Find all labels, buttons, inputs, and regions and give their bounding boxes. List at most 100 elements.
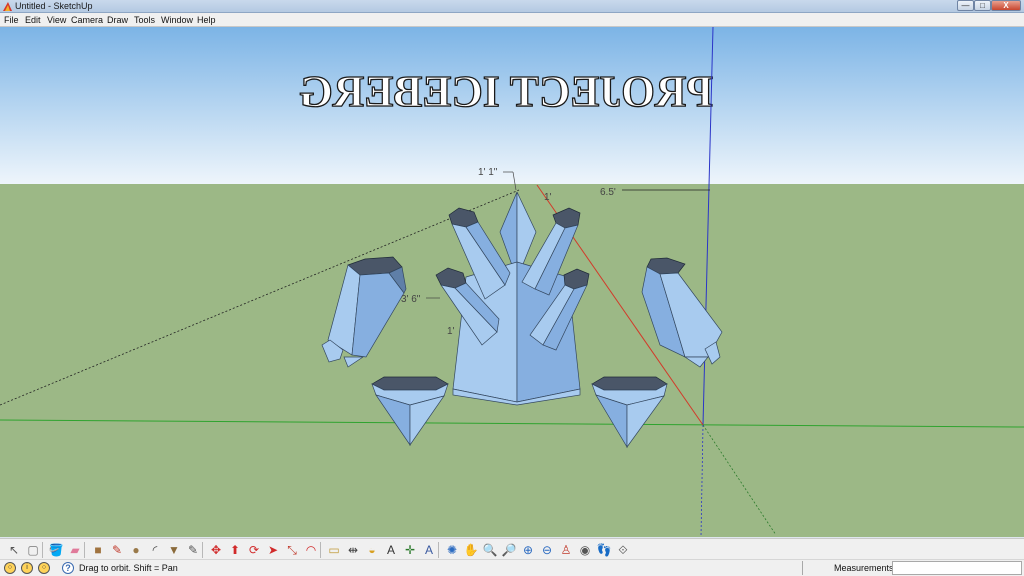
position-camera-tool-button[interactable]: ♙ [558, 542, 574, 558]
paint-bucket-tool-button[interactable]: 🪣 [48, 542, 64, 558]
menu-window[interactable]: Window [161, 13, 193, 27]
dimension-icon: ⇹ [347, 543, 359, 557]
sketchup-window: Untitled - SketchUp — □ X File Edit View… [0, 0, 1024, 576]
zoom-window-tool-button[interactable]: 🔎 [501, 542, 517, 558]
main-toolbar: ↖ ▢ 🪣 ▰ ■ ✎ ● ◜ ▼ ✎ ✥ ⬆ ⟳ ➤ ⤡ ◠ ▭ ⇹ ◒ A ✛ A ✺ ✋ 🔍 🔎 ⊕ ⊖ ♙ ◉ 👣 ⟐ [0, 538, 1024, 560]
toolbar-separator [42, 542, 43, 558]
measurements-input[interactable] [892, 561, 1022, 575]
menu-draw[interactable]: Draw [107, 13, 128, 27]
help-icon[interactable]: ? [62, 562, 74, 574]
make-component-icon: ▢ [27, 543, 39, 557]
zoom-extents-tool-button[interactable]: ⊕ [520, 542, 536, 558]
menu-edit[interactable]: Edit [25, 13, 41, 27]
maximize-button[interactable]: □ [974, 0, 991, 11]
freehand-tool-button[interactable]: ✎ [185, 542, 201, 558]
look-around-tool-button[interactable]: ◉ [577, 542, 593, 558]
user-icon[interactable]: ○ [38, 562, 50, 574]
push-pull-icon: ⬆ [229, 543, 241, 557]
3d-text-tool-button[interactable]: A [421, 542, 437, 558]
rectangle-icon: ■ [94, 543, 102, 557]
dimension-tool-button[interactable]: ⇹ [345, 542, 361, 558]
tape-measure-tool-button[interactable]: ▭ [326, 542, 342, 558]
rectangle-tool-button[interactable]: ■ [90, 542, 106, 558]
menu-help[interactable]: Help [197, 13, 216, 27]
rotate-tool-button[interactable]: ⟳ [246, 542, 262, 558]
follow-me-icon: ➤ [267, 543, 279, 557]
menu-file[interactable]: File [4, 13, 19, 27]
polygon-tool-button[interactable]: ▼ [166, 542, 182, 558]
zoom-window-icon: 🔎 [501, 543, 517, 557]
freehand-icon: ✎ [187, 543, 199, 557]
eraser-icon: ▰ [70, 543, 80, 557]
section-plane-tool-button[interactable]: ⟐ [615, 542, 631, 558]
pan-tool-button[interactable]: ✋ [463, 542, 479, 558]
status-divider [802, 561, 803, 575]
move-tool-button[interactable]: ✥ [208, 542, 224, 558]
3d-text-icon: A [424, 543, 433, 557]
walk-tool-button[interactable]: 👣 [596, 542, 612, 558]
close-button[interactable]: X [991, 0, 1021, 11]
text-tool-button[interactable]: A [383, 542, 399, 558]
dimension-label-side: 1' [544, 192, 552, 203]
polygon-icon: ▼ [168, 543, 180, 557]
toolbar-separator [202, 542, 203, 558]
measurements-label: Measurements [834, 563, 894, 573]
sketchup-logo-icon [3, 2, 12, 11]
select-icon: ↖ [8, 543, 20, 557]
rotate-icon: ⟳ [248, 543, 260, 557]
project-banner-text: PROJECT ICEBERG [299, 67, 713, 116]
toolbar-separator [438, 542, 439, 558]
select-tool-button[interactable]: ↖ [6, 542, 22, 558]
menu-bar: File Edit View Camera Draw Tools Window … [0, 13, 1024, 27]
axes-icon: ✛ [404, 543, 416, 557]
make-component-tool-button[interactable]: ▢ [25, 542, 41, 558]
follow-me-tool-button[interactable]: ➤ [265, 542, 281, 558]
dimension-label-top: 1' 1" [478, 167, 498, 178]
zoom-extents-icon: ⊕ [522, 543, 534, 557]
zoom-tool-button[interactable]: 🔍 [482, 542, 498, 558]
arc-tool-button[interactable]: ◜ [147, 542, 163, 558]
tape-measure-icon: ▭ [328, 543, 340, 557]
axes-tool-button[interactable]: ✛ [402, 542, 418, 558]
status-message: Drag to orbit. Shift = Pan [79, 563, 178, 573]
dimension-label-inner: 1' [447, 326, 455, 337]
credits-icon[interactable]: i [21, 562, 33, 574]
menu-camera[interactable]: Camera [71, 13, 103, 27]
protractor-tool-button[interactable]: ◒ [364, 542, 380, 558]
scale-tool-button[interactable]: ⤡ [284, 542, 300, 558]
toolbar-separator [320, 542, 321, 558]
menu-tools[interactable]: Tools [134, 13, 155, 27]
status-bar: ○ i ○ ? Drag to orbit. Shift = Pan Measu… [0, 560, 1024, 576]
window-title: Untitled - SketchUp [15, 1, 93, 11]
paint-bucket-icon: 🪣 [48, 543, 64, 557]
pan-icon: ✋ [463, 543, 479, 557]
line-icon: ✎ [111, 543, 123, 557]
position-camera-icon: ♙ [560, 543, 572, 557]
zoom-icon: 🔍 [482, 543, 498, 557]
section-plane-icon: ⟐ [618, 543, 628, 557]
circle-tool-button[interactable]: ● [128, 542, 144, 558]
previous-view-icon: ⊖ [541, 543, 553, 557]
geo-location-icon[interactable]: ○ [4, 562, 16, 574]
offset-tool-button[interactable]: ◠ [303, 542, 319, 558]
previous-view-tool-button[interactable]: ⊖ [539, 542, 555, 558]
text-icon: A [386, 543, 395, 557]
dimension-label-width: 3' 6" [401, 294, 421, 305]
move-icon: ✥ [210, 543, 222, 557]
scale-icon: ⤡ [287, 543, 297, 557]
protractor-icon: ◒ [368, 543, 376, 557]
push-pull-tool-button[interactable]: ⬆ [227, 542, 243, 558]
arc-icon: ◜ [152, 543, 158, 557]
look-around-icon: ◉ [579, 543, 591, 557]
scene-svg[interactable]: PROJECT ICEBERG 1' 1" 1' 6.5' 3' 6" 1' [0, 27, 1024, 537]
drawing-viewport[interactable]: PROJECT ICEBERG 1' 1" 1' 6.5' 3' 6" 1' [0, 27, 1024, 537]
menu-view[interactable]: View [47, 13, 66, 27]
line-tool-button[interactable]: ✎ [109, 542, 125, 558]
toolbar-separator [84, 542, 85, 558]
offset-icon: ◠ [305, 543, 317, 557]
title-bar: Untitled - SketchUp — □ X [0, 0, 1024, 13]
orbit-tool-button[interactable]: ✺ [444, 542, 460, 558]
dimension-label-height: 6.5' [600, 187, 616, 198]
eraser-tool-button[interactable]: ▰ [67, 542, 83, 558]
minimize-button[interactable]: — [957, 0, 974, 11]
